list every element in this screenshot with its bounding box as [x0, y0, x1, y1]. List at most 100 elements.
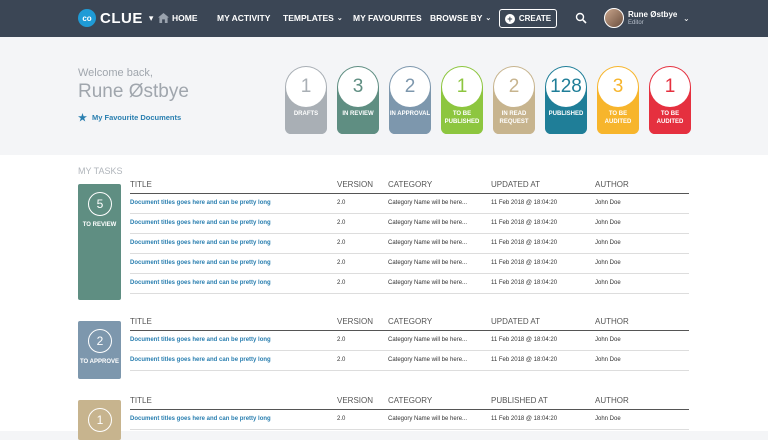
task-group-badge[interactable]: 2 TO APPROVE: [78, 321, 121, 379]
search-icon[interactable]: [575, 12, 587, 24]
table-cell: Category Name will be here...: [388, 357, 468, 363]
status-counter-count: 2: [390, 67, 430, 107]
task-group-badge[interactable]: 5 TO REVIEW: [78, 184, 121, 300]
task-group-count: 1: [88, 408, 112, 432]
table-cell: 2.0: [337, 416, 346, 422]
table-cell: John Doe: [595, 200, 621, 206]
document-title-link[interactable]: Document titles goes here and can be pre…: [130, 357, 271, 363]
table-row[interactable]: Document titles goes here and can be pre…: [130, 410, 689, 430]
nav-browse-by[interactable]: BROWSE BY ⌄: [430, 13, 491, 23]
create-button-label: CREATE: [518, 14, 552, 23]
table-cell: John Doe: [595, 416, 621, 422]
nav-templates[interactable]: TEMPLATES ⌄: [283, 13, 343, 23]
status-counter[interactable]: 3 TO BE AUDITED: [597, 66, 639, 134]
create-button[interactable]: + CREATE: [499, 9, 557, 28]
status-counter[interactable]: 1 DRAFTS: [285, 66, 327, 134]
document-title-link[interactable]: Document titles goes here and can be pre…: [130, 337, 271, 343]
user-name[interactable]: Rune Østbye: [628, 10, 677, 19]
status-counter[interactable]: 1 TO BE AUDITED: [649, 66, 691, 134]
column-header[interactable]: VERSION: [337, 396, 373, 405]
avatar[interactable]: [604, 8, 624, 28]
nav-home[interactable]: HOME: [158, 13, 198, 23]
chevron-down-icon[interactable]: ⌄: [683, 14, 690, 23]
column-header[interactable]: CATEGORY: [388, 317, 432, 326]
status-counter-count: 1: [442, 67, 482, 107]
nav-my-activity[interactable]: MY ACTIVITY: [217, 13, 270, 23]
status-counter-label: IN REVIEW: [342, 111, 374, 117]
status-counter[interactable]: 2 IN READ REQUEST: [493, 66, 535, 134]
document-title-link[interactable]: Document titles goes here and can be pre…: [130, 260, 271, 266]
top-nav: co CLUE ▾ HOME MY ACTIVITY TEMPLATES ⌄ M…: [0, 0, 768, 37]
table-cell: Category Name will be here...: [388, 240, 468, 246]
column-header[interactable]: TITLE: [130, 317, 152, 326]
nav-templates-label: TEMPLATES: [283, 13, 334, 23]
table-row[interactable]: Document titles goes here and can be pre…: [130, 331, 689, 351]
table-header: TITLE VERSION CATEGORY UPDATED AT AUTHOR: [130, 180, 689, 194]
clue-logo[interactable]: co CLUE ▾: [78, 9, 153, 27]
nav-browse-by-label: BROWSE BY: [430, 13, 483, 23]
column-header[interactable]: VERSION: [337, 180, 373, 189]
table-row[interactable]: Document titles goes here and can be pre…: [130, 274, 689, 294]
table-cell: Category Name will be here...: [388, 220, 468, 226]
column-header[interactable]: AUTHOR: [595, 180, 629, 189]
column-header[interactable]: VERSION: [337, 317, 373, 326]
table-cell: 2.0: [337, 240, 346, 246]
column-header[interactable]: CATEGORY: [388, 180, 432, 189]
column-header[interactable]: PUBLISHED AT: [491, 396, 548, 405]
favourite-documents-link[interactable]: My Favourite Documents: [78, 113, 181, 122]
table-cell: 11 Feb 2018 @ 18:04:20: [491, 357, 558, 363]
table-row[interactable]: Document titles goes here and can be pre…: [130, 234, 689, 254]
document-title-link[interactable]: Document titles goes here and can be pre…: [130, 280, 271, 286]
table-row[interactable]: Document titles goes here and can be pre…: [130, 194, 689, 214]
document-title-link[interactable]: Document titles goes here and can be pre…: [130, 416, 271, 422]
status-counter-label: DRAFTS: [293, 111, 319, 117]
status-counter-count: 1: [286, 67, 326, 107]
logo-mark: co: [78, 9, 96, 27]
document-title-link[interactable]: Document titles goes here and can be pre…: [130, 200, 271, 206]
table-cell: Category Name will be here...: [388, 280, 468, 286]
status-counter-count: 3: [598, 67, 638, 107]
home-icon: [158, 13, 169, 23]
table-cell: John Doe: [595, 220, 621, 226]
welcome-text: Welcome back,: [78, 67, 153, 79]
table-cell: 11 Feb 2018 @ 18:04:20: [491, 220, 558, 226]
task-group-badge[interactable]: 1: [78, 400, 121, 440]
column-header[interactable]: TITLE: [130, 396, 152, 405]
table-row[interactable]: Document titles goes here and can be pre…: [130, 254, 689, 274]
table-cell: 11 Feb 2018 @ 18:04:20: [491, 280, 558, 286]
status-counter[interactable]: 128 PUBLISHED: [545, 66, 587, 134]
plus-icon: +: [504, 13, 515, 24]
logo-text: CLUE: [100, 9, 143, 27]
status-counter[interactable]: 3 IN REVIEW: [337, 66, 379, 134]
status-counter[interactable]: 1 TO BE PUBLISHED: [441, 66, 483, 134]
task-group-label: TO REVIEW: [82, 222, 117, 228]
table-cell: John Doe: [595, 260, 621, 266]
table-cell: Category Name will be here...: [388, 416, 468, 422]
column-header[interactable]: AUTHOR: [595, 317, 629, 326]
status-counter-count: 3: [338, 67, 378, 107]
column-header[interactable]: UPDATED AT: [491, 317, 540, 326]
status-counter-label: IN APPROVAL: [389, 111, 431, 117]
table-cell: 11 Feb 2018 @ 18:04:20: [491, 416, 558, 422]
status-counter-label: TO BE AUDITED: [656, 111, 684, 125]
nav-my-favourites[interactable]: MY FAVOURITES: [353, 13, 422, 23]
user-role: Editor: [628, 20, 644, 26]
nav-home-label: HOME: [172, 13, 198, 23]
table-cell: 11 Feb 2018 @ 18:04:20: [491, 260, 558, 266]
table-cell: 2.0: [337, 260, 346, 266]
column-header[interactable]: UPDATED AT: [491, 180, 540, 189]
my-tasks-section: MY TASKS 5 TO REVIEW TITLE VERSION CATEGORY U…: [0, 155, 768, 440]
table-cell: 11 Feb 2018 @ 18:04:20: [491, 337, 558, 343]
table-row[interactable]: Document titles goes here and can be pre…: [130, 351, 689, 371]
document-title-link[interactable]: Document titles goes here and can be pre…: [130, 240, 271, 246]
column-header[interactable]: TITLE: [130, 180, 152, 189]
status-counter[interactable]: 2 IN APPROVAL: [389, 66, 431, 134]
column-header[interactable]: CATEGORY: [388, 396, 432, 405]
status-counter-count: 128: [546, 67, 586, 107]
table-cell: 2.0: [337, 280, 346, 286]
table-row[interactable]: Document titles goes here and can be pre…: [130, 214, 689, 234]
status-counter-label: TO BE PUBLISHED: [444, 111, 480, 125]
table-cell: 2.0: [337, 337, 346, 343]
column-header[interactable]: AUTHOR: [595, 396, 629, 405]
document-title-link[interactable]: Document titles goes here and can be pre…: [130, 220, 271, 226]
